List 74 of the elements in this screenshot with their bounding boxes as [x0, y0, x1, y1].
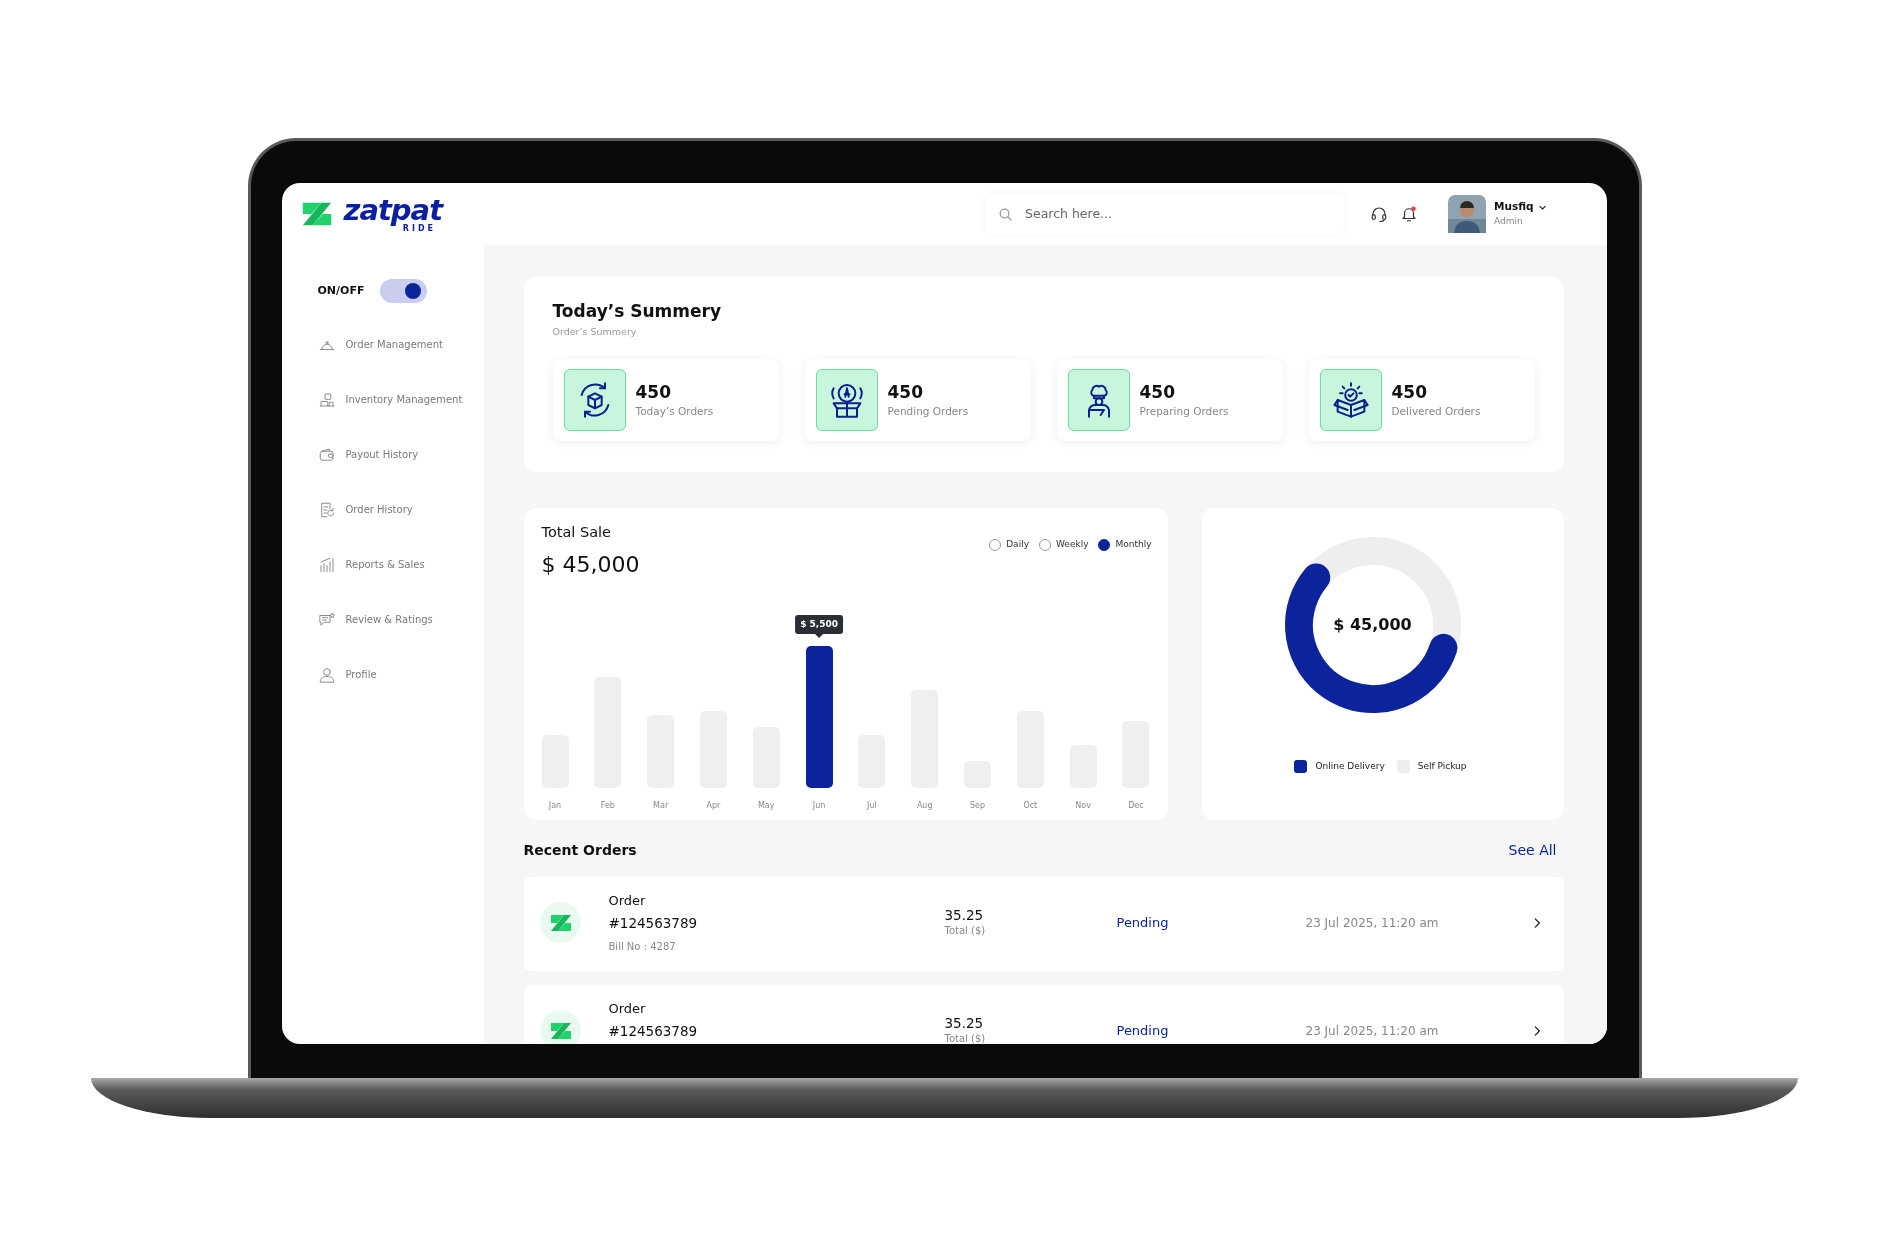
sidebar-item[interactable]: Order Management [317, 317, 484, 372]
brand-tagline: RIDE [402, 224, 436, 233]
month-label: Sep [969, 802, 986, 810]
sidebar-item[interactable]: Reports & Sales [317, 537, 484, 592]
stat-value: 450 [1139, 381, 1176, 404]
order-title: Order [608, 1000, 647, 1018]
brand-name: zatpat [343, 195, 442, 225]
amount-label: Total ($) [944, 925, 987, 937]
card-subtitle: Order’s Summery [552, 325, 638, 340]
search-icon [998, 206, 1013, 222]
legend-label: Self Pickup [1417, 760, 1467, 773]
donut-total: $ 45,000 [1333, 614, 1412, 636]
order-number: #124563789 [608, 1022, 699, 1041]
sidebar-item[interactable]: Payout History [317, 427, 484, 482]
order-date: 23 Jul 2025, 11:20 am [1305, 915, 1440, 932]
order-logo-icon [539, 1010, 581, 1044]
order-status: Pending [1116, 914, 1170, 932]
month-label: Aug [916, 802, 933, 810]
card-title: Today’s Summery [552, 300, 722, 323]
stat-label: Preparing Orders [1139, 403, 1229, 419]
order-title: Order [608, 892, 647, 910]
toggle-switch[interactable] [380, 279, 428, 303]
radio-label: Monthly [1115, 538, 1152, 551]
radio-button[interactable] [1098, 538, 1111, 551]
month-label: Oct [1023, 802, 1038, 810]
card-title: Total Sale [541, 523, 612, 542]
order-logo-icon [539, 902, 581, 943]
order-number: #124563789 [608, 914, 699, 933]
stat-label: Pending Orders [887, 403, 969, 419]
amount-label: Total ($) [944, 1033, 987, 1044]
month-label: May [757, 802, 775, 810]
toggle-label: ON/OFF [317, 282, 365, 299]
month-label: Jan [548, 802, 562, 810]
sales-amount: $ 45,000 [541, 550, 640, 579]
month-label: Nov [1075, 802, 1091, 810]
order-date: 23 Jul 2025, 11:20 am [1305, 1023, 1440, 1040]
order-amount: 35.25 [944, 1014, 985, 1033]
search-field[interactable]: Search here... [1023, 203, 1332, 225]
stat-value: 450 [635, 381, 672, 404]
month-label: Jul [867, 802, 877, 810]
user-name: Musfiq [1494, 199, 1534, 215]
wallet-icon [317, 445, 336, 464]
month-label: Mar [653, 802, 669, 810]
legend-label: Online Delivery [1315, 760, 1385, 773]
sidebar-item[interactable]: Order History [317, 482, 484, 537]
notification-bell-icon[interactable] [1400, 205, 1418, 223]
month-label: Jun [812, 802, 826, 810]
stat-value: 450 [1391, 381, 1428, 404]
order-status: Pending [1116, 1022, 1170, 1040]
profile-icon [317, 665, 336, 684]
user-role: Admin [1494, 215, 1524, 229]
inventory-icon [317, 390, 336, 409]
radio-label: Weekly [1055, 538, 1089, 551]
headset-icon[interactable] [1370, 205, 1388, 223]
chart-bar[interactable] [805, 646, 833, 788]
radio-label: Daily [1006, 538, 1029, 551]
order-amount: 35.25 [944, 906, 985, 925]
section-title: Recent Orders [523, 840, 637, 860]
stat-value: 450 [887, 381, 924, 404]
month-label: Feb [600, 802, 615, 810]
see-all-link[interactable]: See All [1508, 839, 1557, 861]
box-check-icon [1330, 380, 1371, 421]
sidebar-item[interactable]: Review & Ratings [317, 592, 484, 647]
sidebar-item[interactable]: Inventory Management [317, 372, 484, 427]
month-label: Apr [706, 802, 721, 810]
bill-number: Bill No : 4287 [608, 940, 677, 954]
bar-chart-icon [317, 555, 336, 574]
sidebar-item[interactable]: Profile [317, 647, 484, 702]
order-row[interactable]: Order #124563789 Bill No : 4287 35.25 Total ($) Pending 23 Jul 2025, 11:20 am [523, 877, 1564, 971]
month-label: Dec [1128, 802, 1144, 810]
chat-star-icon [317, 610, 336, 629]
order-row[interactable]: Order #124563789 35.25 Total ($) Pending 23 Jul 2025, 11:20 am [523, 985, 1564, 1044]
stat-label: Delivered Orders [1391, 403, 1481, 419]
stat-label: Today’s Orders [635, 403, 714, 419]
